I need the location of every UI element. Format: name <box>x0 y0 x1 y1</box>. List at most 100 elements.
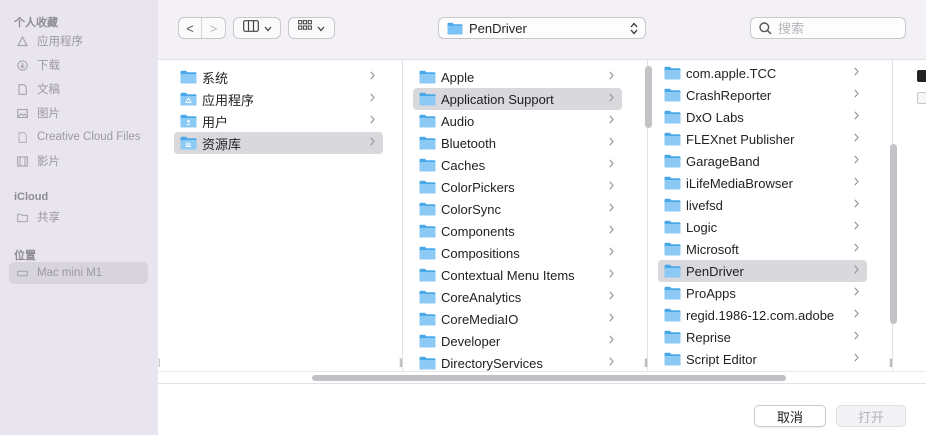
folder-row[interactable]: CoreMediaIO <box>413 308 622 330</box>
folder-label: ProApps <box>686 285 736 301</box>
folder-icon <box>180 70 202 84</box>
chevron-right-icon <box>854 133 859 145</box>
sidebar-item-applications[interactable]: 应用程序 <box>9 30 148 52</box>
back-button[interactable]: < <box>179 18 203 38</box>
folder-row[interactable]: com.apple.TCC <box>658 62 867 84</box>
folder-row[interactable]: Application Support <box>413 88 622 110</box>
folder-label: DxO Labs <box>686 109 744 125</box>
folder-label: FLEXnet Publisher <box>686 131 795 147</box>
sidebar-item-movies[interactable]: 影片 <box>9 150 148 172</box>
sidebar: 个人收藏 应用程序 下载 文稿 图片 Creative Cloud Files <box>0 0 158 435</box>
folder-row[interactable]: CoreAnalytics <box>413 286 622 308</box>
folder-row[interactable]: Apple <box>413 66 622 88</box>
sidebar-item-shared[interactable]: 共享 <box>9 206 148 228</box>
horizontal-scrollbar[interactable] <box>312 375 786 381</box>
folder-row[interactable]: ProApps <box>658 282 867 304</box>
folder-icon <box>419 334 441 348</box>
sidebar-item-label: Creative Cloud Files <box>37 131 141 143</box>
folder-icon <box>180 92 202 106</box>
sidebar-item-label: 图片 <box>37 108 60 120</box>
folder-row[interactable]: livefsd <box>658 194 867 216</box>
folder-icon <box>664 220 686 234</box>
chevron-right-icon <box>854 155 859 167</box>
folder-icon <box>419 70 441 84</box>
sidebar-item-pictures[interactable]: 图片 <box>9 102 148 124</box>
folder-row[interactable]: Logic <box>658 216 867 238</box>
column-resize-handle[interactable]: || <box>889 357 893 367</box>
folder-row[interactable]: FLEXnet Publisher <box>658 128 867 150</box>
folder-icon <box>419 268 441 282</box>
folder-row[interactable]: Reprise <box>658 326 867 348</box>
folder-row[interactable]: DxO Labs <box>658 106 867 128</box>
folder-row[interactable]: Contextual Menu Items <box>413 264 622 286</box>
column-4 <box>893 60 926 371</box>
chevron-right-icon <box>854 265 859 277</box>
cancel-button[interactable]: 取消 <box>754 405 826 427</box>
sidebar-section-icloud: iCloud <box>14 191 49 203</box>
folder-row[interactable]: 资源库 <box>174 132 383 154</box>
folder-icon <box>419 136 441 150</box>
sidebar-item-creative-cloud-files[interactable]: Creative Cloud Files <box>9 126 148 148</box>
sidebar-item-downloads[interactable]: 下载 <box>9 54 148 76</box>
chevron-right-icon <box>609 203 614 215</box>
folder-row[interactable]: Caches <box>413 154 622 176</box>
forward-button[interactable]: > <box>202 18 225 38</box>
folder-row[interactable]: DirectoryServices <box>413 352 622 371</box>
chevron-right-icon <box>609 181 614 193</box>
folder-label: DirectoryServices <box>441 355 543 371</box>
folder-label: livefsd <box>686 197 723 213</box>
folder-row[interactable]: ColorSync <box>413 198 622 220</box>
folder-row[interactable]: Bluetooth <box>413 132 622 154</box>
folder-row[interactable]: regid.1986-12.com.adobe <box>658 304 867 326</box>
folder-row[interactable]: Audio <box>413 110 622 132</box>
column-2-scrollbar[interactable] <box>645 66 652 128</box>
folder-label: Microsoft <box>686 241 739 257</box>
column-3-scrollbar[interactable] <box>890 144 897 324</box>
folder-row[interactable]: Components <box>413 220 622 242</box>
sidebar-item-mac-mini[interactable]: Mac mini M1 <box>9 262 148 284</box>
folder-row[interactable]: Compositions <box>413 242 622 264</box>
column-resize-handle[interactable]: || <box>644 357 648 367</box>
folder-label: ColorSync <box>441 201 501 217</box>
sidebar-item-documents[interactable]: 文稿 <box>9 78 148 100</box>
folder-icon <box>419 114 441 128</box>
folder-label: Compositions <box>441 245 520 261</box>
folder-label: CrashReporter <box>686 87 772 103</box>
folder-row[interactable]: 系统 <box>174 66 383 88</box>
folder-icon <box>664 352 686 366</box>
folder-label: CoreAnalytics <box>441 289 522 305</box>
folder-icon <box>664 242 686 256</box>
location-popup[interactable]: PenDriver <box>438 17 646 39</box>
column-resize-handle[interactable]: || <box>399 357 403 367</box>
folder-row[interactable]: GarageBand <box>658 150 867 172</box>
chevron-right-icon <box>609 269 614 281</box>
folder-row[interactable]: PenDriver <box>658 260 867 282</box>
folder-label: Caches <box>441 157 486 173</box>
location-popup-label: PenDriver <box>469 20 527 36</box>
folder-label: Logic <box>686 219 718 235</box>
folder-label: Apple <box>441 69 475 85</box>
folder-row[interactable]: 用户 <box>174 110 383 132</box>
folder-icon <box>664 88 686 102</box>
folder-row[interactable]: iLifeMediaBrowser <box>658 172 867 194</box>
folder-row[interactable]: 应用程序 <box>174 88 383 110</box>
group-button[interactable] <box>288 17 335 39</box>
column-resize-handle[interactable]: | <box>158 357 161 367</box>
photo-icon <box>17 108 28 119</box>
folder-row[interactable]: Script Editor <box>658 348 867 370</box>
open-button[interactable]: 打开 <box>836 405 906 427</box>
search-field[interactable] <box>750 17 906 39</box>
folder-label: iLifeMediaBrowser <box>686 175 793 191</box>
folder-row[interactable]: Developer <box>413 330 622 352</box>
folder-icon <box>419 202 441 216</box>
folder-label: Contextual Menu Items <box>441 267 575 283</box>
view-mode-button[interactable] <box>233 17 281 39</box>
updown-chevron-icon <box>630 22 638 38</box>
computer-icon <box>17 268 28 279</box>
chevron-right-icon <box>370 71 375 83</box>
search-input[interactable] <box>778 20 898 36</box>
folder-icon <box>664 308 686 322</box>
folder-row[interactable]: Microsoft <box>658 238 867 260</box>
folder-row[interactable]: ColorPickers <box>413 176 622 198</box>
folder-row[interactable]: CrashReporter <box>658 84 867 106</box>
